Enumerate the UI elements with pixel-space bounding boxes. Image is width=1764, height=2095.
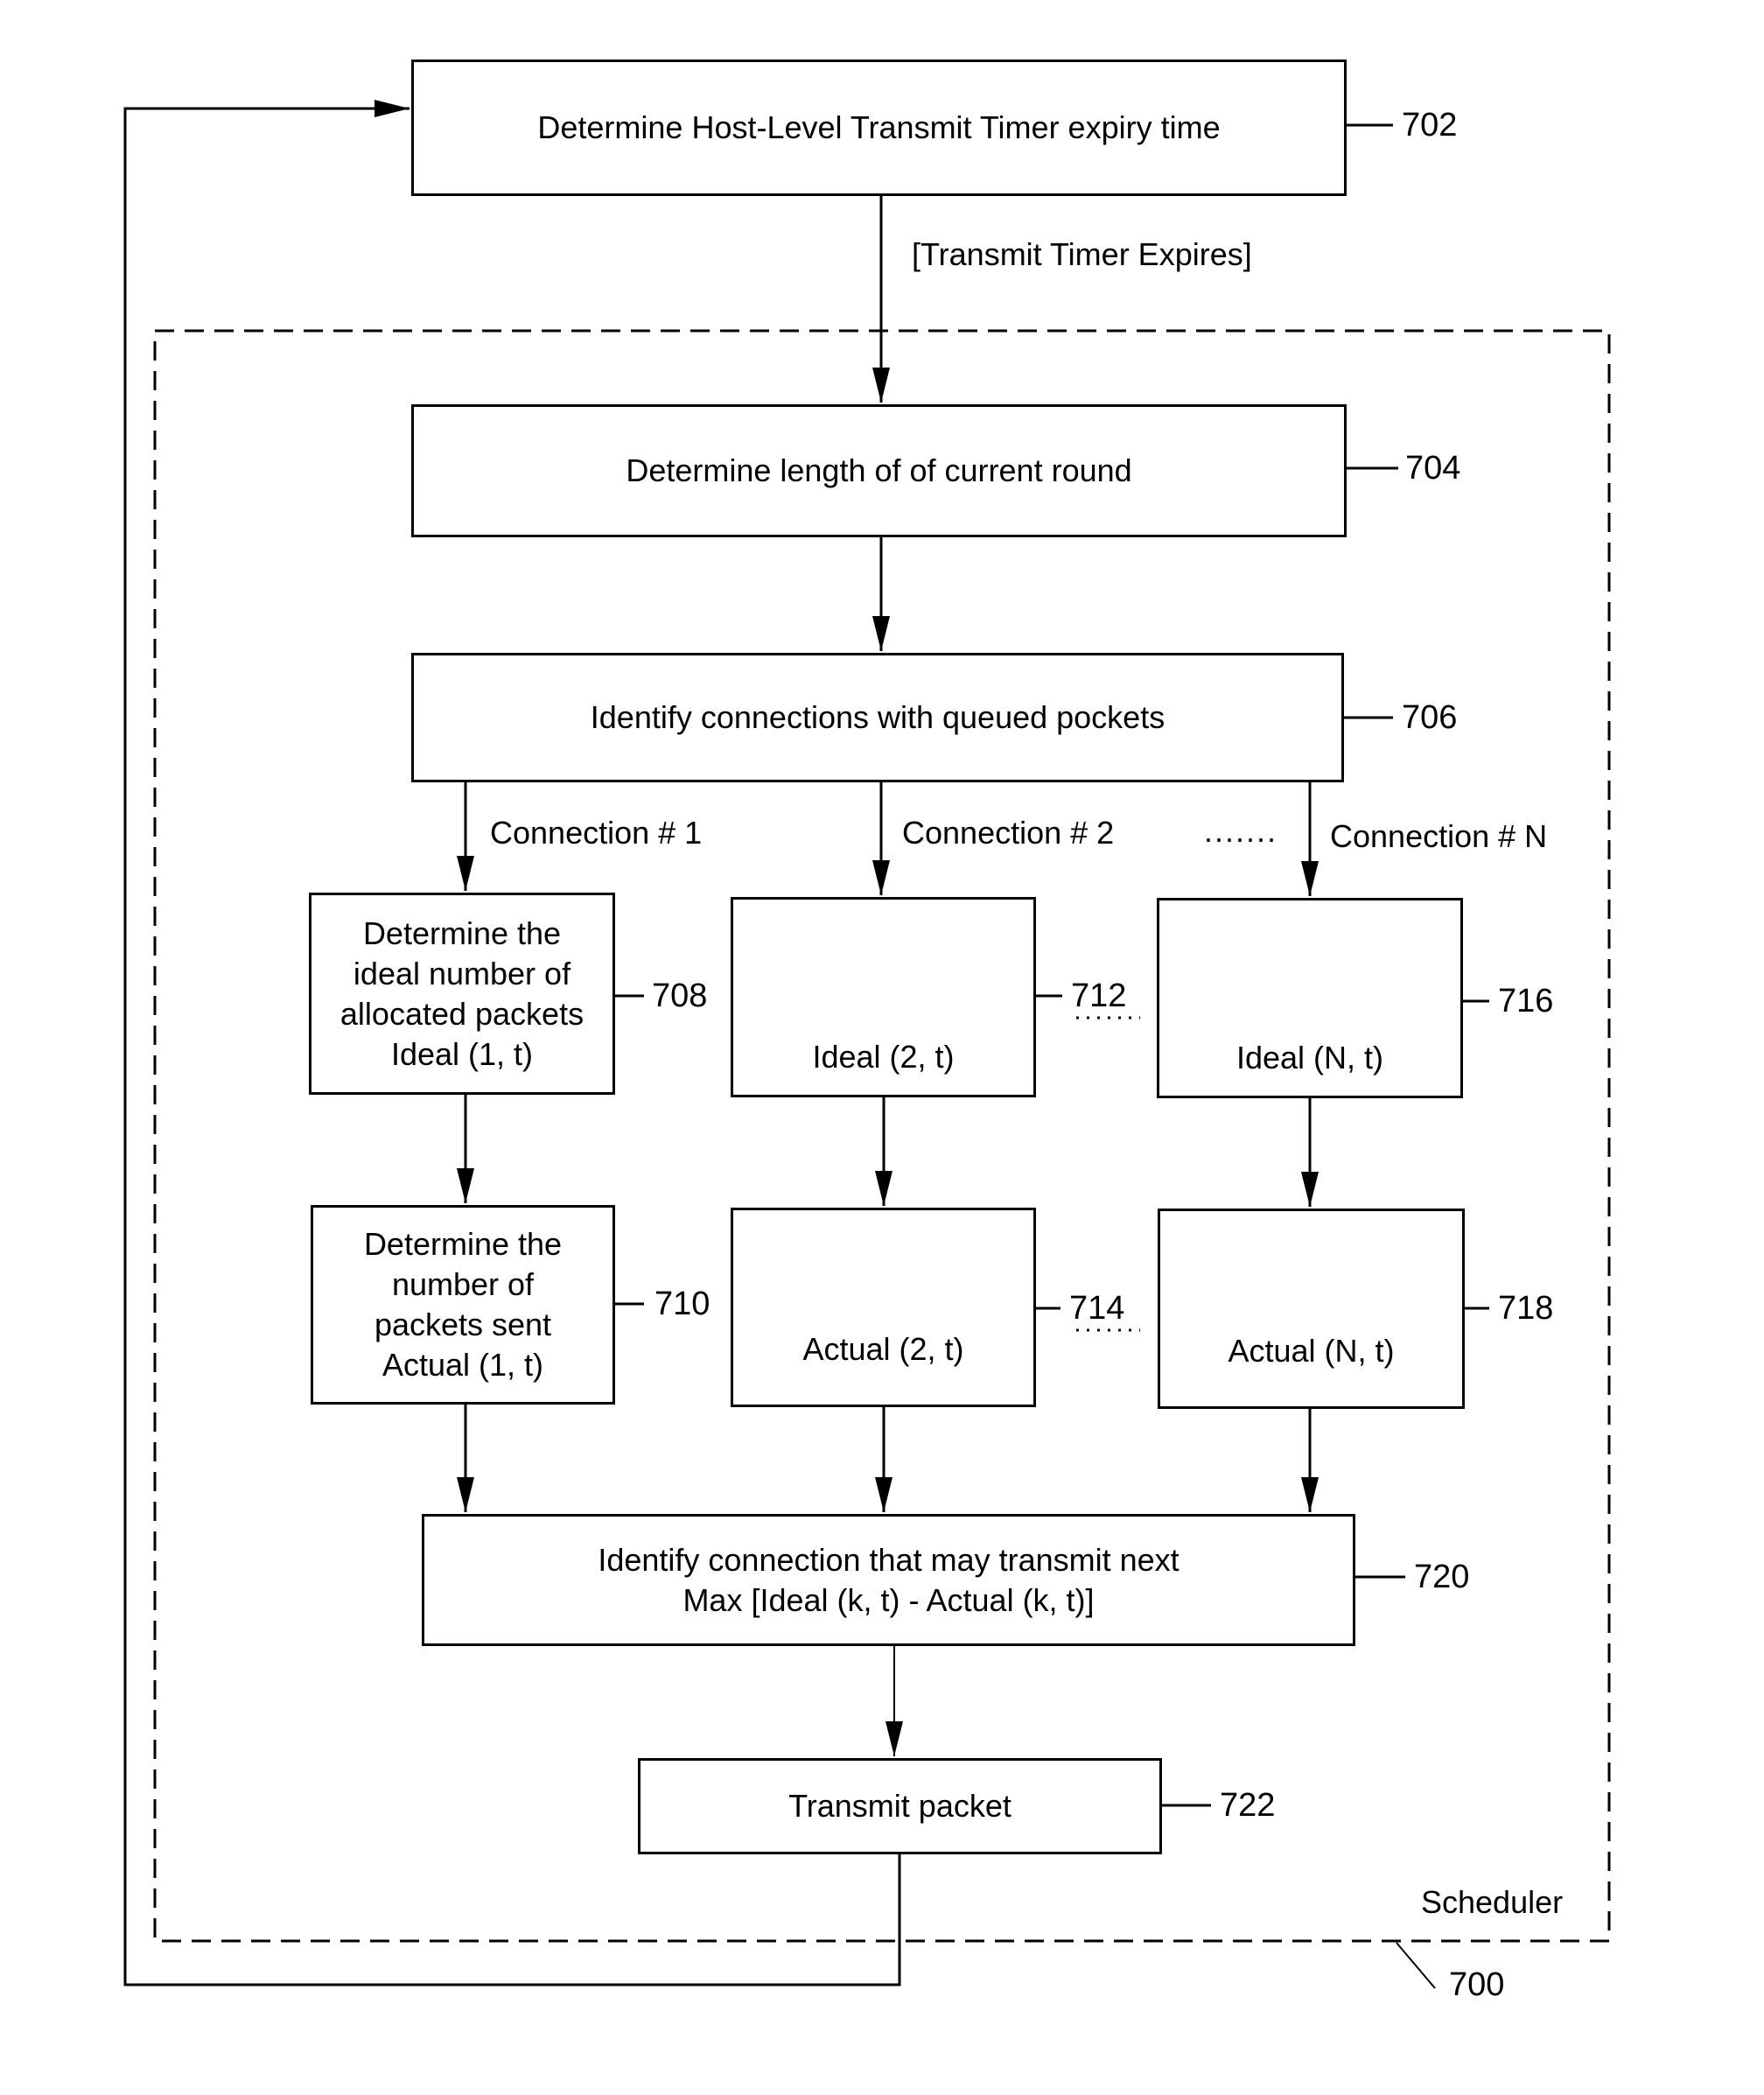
step-702-text: Determine Host-Level Transmit Timer expi… bbox=[537, 109, 1221, 145]
step-716-box: Ideal (N, t) bbox=[1157, 898, 1463, 1098]
ref-710: 710 bbox=[654, 1286, 710, 1322]
label-scheduler: Scheduler bbox=[1421, 1884, 1564, 1920]
step-708-line-3: allocated packets bbox=[340, 995, 584, 1032]
label-connection-1: Connection # 1 bbox=[490, 815, 703, 851]
step-720-box: Identify connection that may transmit ne… bbox=[422, 1514, 1355, 1646]
step-714-box: Actual (2, t) bbox=[731, 1208, 1036, 1407]
step-706-text: Identify connections with queued pockets bbox=[590, 699, 1166, 735]
step-708-line-4: Ideal (1, t) bbox=[390, 1035, 534, 1072]
label-connection-n: Connection # N bbox=[1330, 818, 1548, 854]
step-708-box: Determine the ideal number of allocated … bbox=[309, 893, 615, 1095]
label-transmit-timer-expires: [Transmit Timer Expires] bbox=[912, 236, 1252, 272]
step-720-line-2: Max [Ideal (k, t) - Actual (k, t)] bbox=[682, 1581, 1095, 1618]
step-710-line-4: Actual (1, t) bbox=[382, 1347, 544, 1383]
ref-718: 718 bbox=[1498, 1290, 1554, 1327]
step-702-box: Determine Host-Level Transmit Timer expi… bbox=[411, 60, 1347, 196]
step-708-line-2: ideal number of bbox=[353, 955, 571, 991]
step-710-line-2: number of bbox=[391, 1266, 535, 1302]
step-722-text: Transmit packet bbox=[788, 1788, 1012, 1824]
step-718-box: Actual (N, t) bbox=[1158, 1209, 1465, 1409]
label-ellipsis: ....... bbox=[1204, 813, 1278, 849]
ref-700: 700 bbox=[1449, 1966, 1505, 2003]
step-704-text: Determine length of of current round bbox=[626, 452, 1132, 488]
step-714-text: Actual (2, t) bbox=[802, 1331, 964, 1367]
ref-722: 722 bbox=[1220, 1787, 1276, 1824]
label-connection-2: Connection # 2 bbox=[902, 815, 1115, 851]
step-708-line-1: Determine the bbox=[362, 914, 562, 951]
step-704-box: Determine length of of current round bbox=[411, 404, 1347, 537]
step-716-text: Ideal (N, t) bbox=[1236, 1040, 1384, 1076]
step-722-box: Transmit packet bbox=[638, 1758, 1162, 1854]
ref-712: 712 bbox=[1071, 977, 1127, 1014]
ref-708: 708 bbox=[652, 977, 708, 1014]
ref-720: 720 bbox=[1414, 1559, 1470, 1595]
ref-704: 704 bbox=[1405, 450, 1461, 487]
step-710-line-1: Determine the bbox=[363, 1226, 563, 1262]
leader-700 bbox=[1396, 1942, 1436, 1989]
step-712-box: Ideal (2, t) bbox=[731, 897, 1036, 1097]
step-718-text: Actual (N, t) bbox=[1228, 1333, 1395, 1369]
step-720-line-1: Identify connection that may transmit ne… bbox=[598, 1541, 1180, 1578]
ref-716: 716 bbox=[1498, 983, 1554, 1019]
ref-714: 714 bbox=[1069, 1290, 1125, 1327]
ref-702: 702 bbox=[1402, 107, 1458, 144]
ref-706: 706 bbox=[1402, 699, 1458, 736]
step-710-box: Determine the number of packets sent Act… bbox=[311, 1205, 615, 1405]
step-706-box: Identify connections with queued pockets bbox=[411, 653, 1344, 782]
step-712-text: Ideal (2, t) bbox=[812, 1039, 955, 1075]
step-710-line-3: packets sent bbox=[374, 1307, 552, 1342]
